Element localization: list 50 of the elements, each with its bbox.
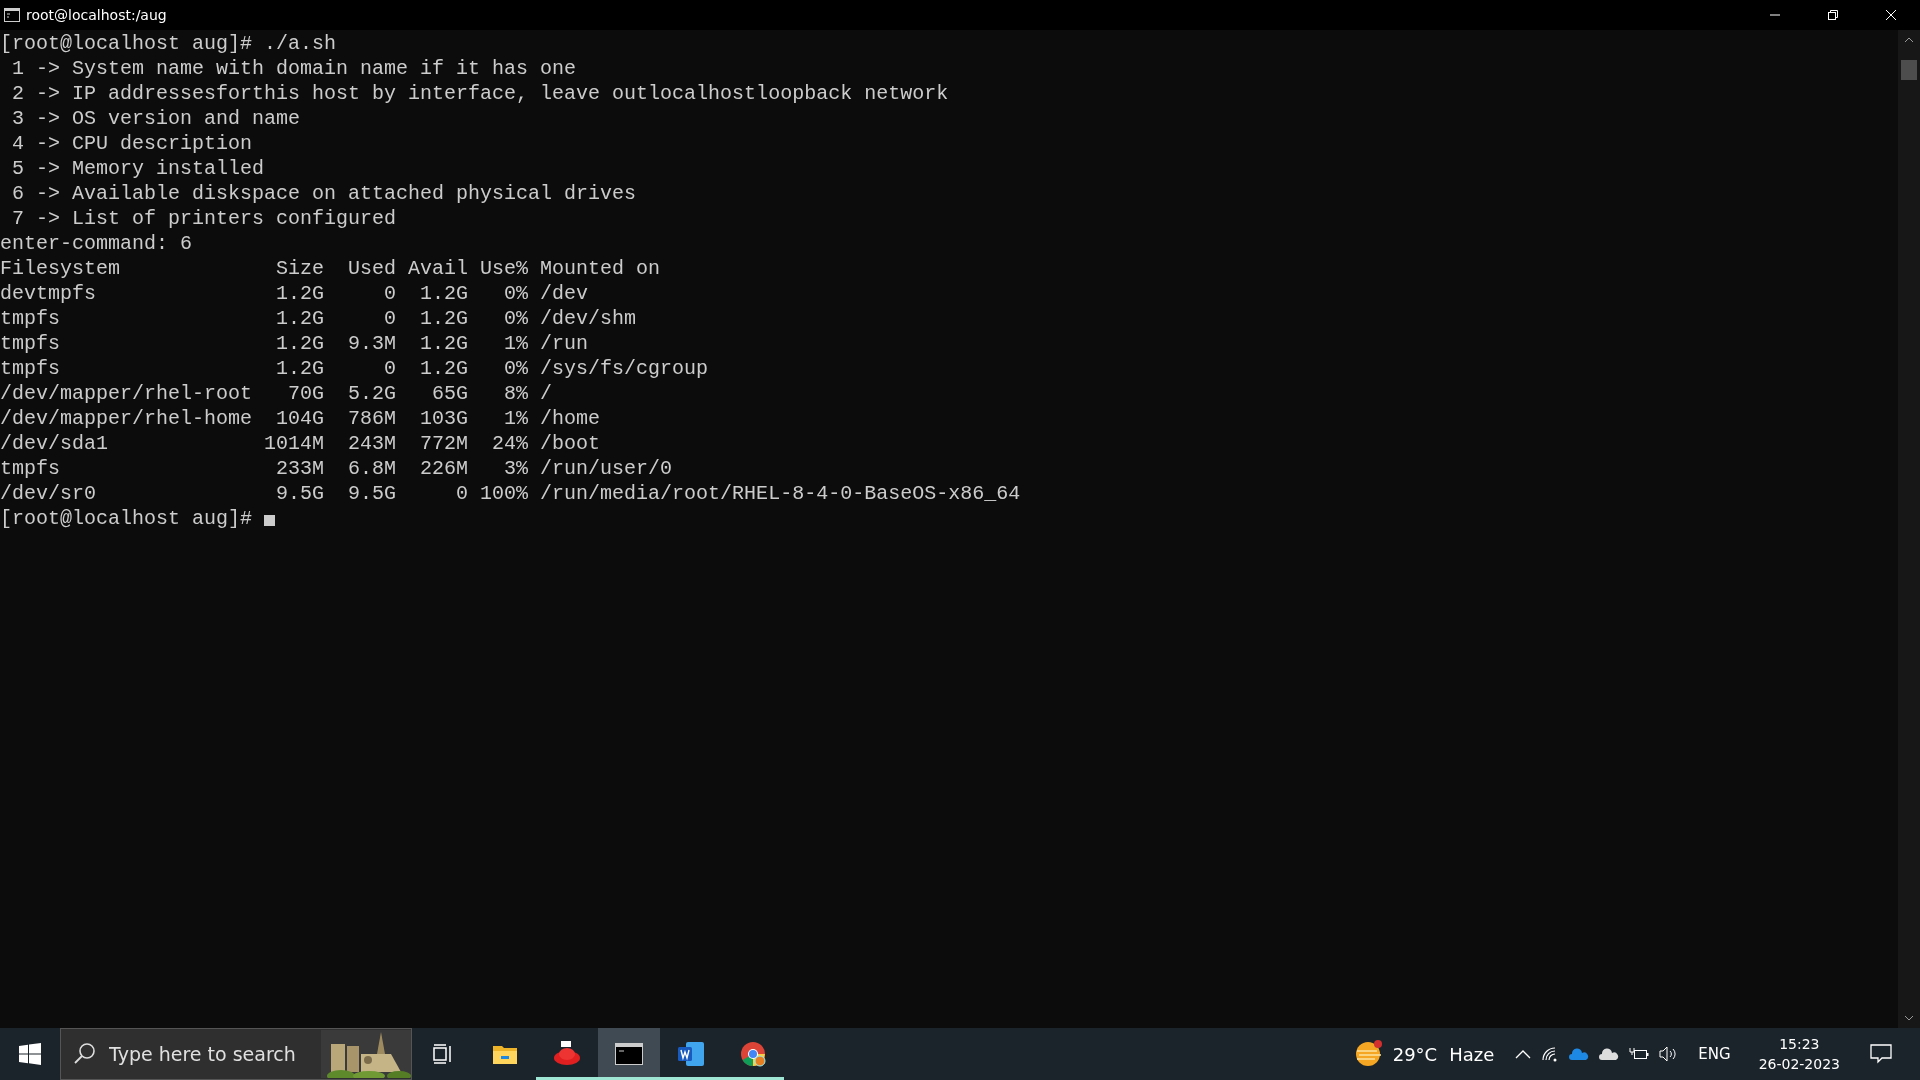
close-icon: [1885, 9, 1897, 21]
date: 26-02-2023: [1758, 1056, 1840, 1072]
terminal-line: tmpfs 233M 6.8M 226M 3% /run/user/0: [0, 456, 674, 481]
terminal-line: tmpfs 1.2G 9.3M 1.2G 1% /run: [0, 331, 590, 356]
battery-icon[interactable]: [1629, 1047, 1650, 1061]
terminal-icon: [615, 1043, 643, 1065]
terminal-line: Filesystem Size Used Avail Use% Mounted on: [0, 256, 662, 281]
search-box[interactable]: Type here to search: [60, 1028, 412, 1080]
language-indicator[interactable]: ENG: [1698, 1045, 1731, 1063]
terminal-line: 1 -> System name with domain name if it has one: [11, 56, 578, 81]
terminal-line: 5 -> Memory installed: [11, 156, 266, 181]
scroll-up-icon[interactable]: [1904, 36, 1914, 44]
terminal-line: tmpfs 1.2G 0 1.2G 0% /dev/shm: [0, 306, 638, 331]
terminal-prompt: [root@localhost aug]#: [0, 506, 254, 531]
terminal-line: 2 -> IP addressesforthis host by interface, leave outlocalhostloopback network: [11, 81, 950, 106]
scroll-thumb[interactable]: [1901, 60, 1917, 80]
temperature[interactable]: 29°C: [1392, 1043, 1438, 1065]
restore-icon: [1827, 9, 1839, 21]
terminal-line: 6 -> Available diskspace on attached physical drives: [11, 181, 638, 206]
time: 15:23: [1779, 1036, 1820, 1052]
chevron-up-icon[interactable]: [1515, 1049, 1532, 1059]
chrome-icon: [740, 1041, 766, 1067]
terminal-line: enter-command: 6: [0, 231, 194, 256]
terminal-line: 7 -> List of printers configured: [11, 206, 398, 231]
windows-logo-icon: [19, 1043, 41, 1065]
cloud-icon[interactable]: [1599, 1048, 1620, 1060]
clock[interactable]: 15:23 26-02-2023: [1758, 1036, 1840, 1072]
weather-condition[interactable]: Haze: [1449, 1043, 1495, 1065]
search-field[interactable]: Type here to search: [107, 1042, 311, 1066]
folder-icon: [492, 1043, 518, 1065]
cursor-icon: [264, 515, 276, 526]
terminal-line: [root@localhost aug]# ./a.sh: [0, 31, 338, 56]
terminal-line: /dev/sr0 9.5G 9.5G 0 100% /run/media/root/RHEL-8-4-0-BaseOS-x86_64: [0, 481, 1022, 506]
terminal-line: /dev/mapper/rhel-home 104G 786M 103G 1% /home: [0, 406, 602, 431]
terminal-line: /dev/mapper/rhel-root 70G 5.2G 65G 8% /: [0, 381, 554, 406]
window-title: root@localhost:/aug: [26, 7, 167, 23]
terminal-line: devtmpfs 1.2G 0 1.2G 0% /dev: [0, 281, 590, 306]
task-view-icon: [432, 1043, 454, 1065]
terminal-line: /dev/sda1 1014M 243M 772M 24% /boot: [0, 431, 602, 456]
terminal-line: tmpfs 1.2G 0 1.2G 0% /sys/fs/cgroup: [0, 356, 710, 381]
search-icon: [73, 1042, 97, 1066]
scrollbar[interactable]: [1898, 30, 1920, 1028]
hat-icon: [553, 1041, 581, 1067]
word-icon: [678, 1042, 704, 1066]
terminal-taskbar-button[interactable]: [598, 1028, 660, 1080]
notification-icon[interactable]: [1870, 1044, 1892, 1064]
scroll-down-icon[interactable]: [1904, 1014, 1914, 1022]
terminal-icon: [4, 8, 20, 22]
terminal-line: 3 -> OS version and name: [11, 106, 302, 131]
terminal-line: 4 -> CPU description: [11, 131, 254, 156]
